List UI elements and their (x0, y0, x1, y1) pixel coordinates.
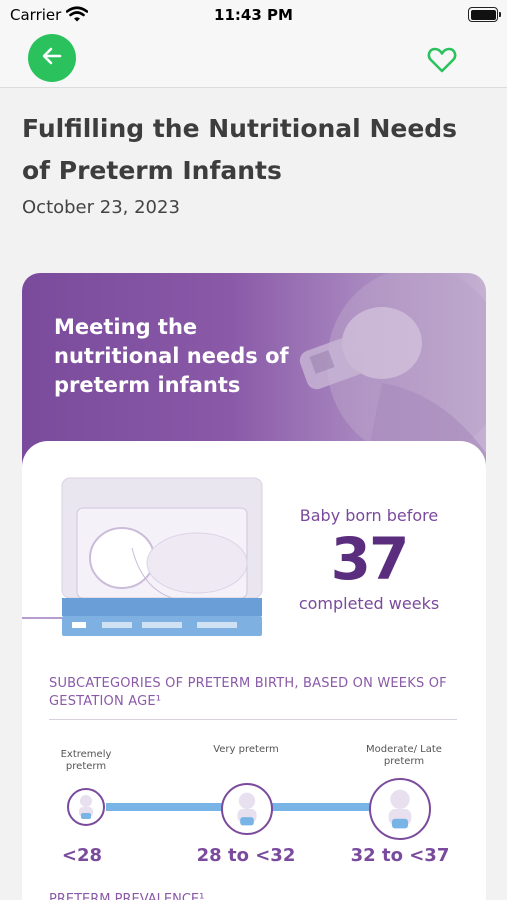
baby-icon (67, 788, 105, 826)
range-moderate: 32 to <37 (350, 845, 450, 866)
born-before-label: Baby born before (299, 506, 439, 525)
heart-outline-icon (427, 46, 457, 78)
prevalence-heading: PRETERM PREVALENCE¹ (49, 892, 205, 900)
category-label-extremely: Extremely preterm (60, 749, 112, 772)
battery-icon (468, 7, 498, 22)
baby-icon (369, 778, 431, 840)
divider (49, 719, 457, 720)
subcategories-heading: SUBCATEGORIES OF PRETERM BIRTH, BASED ON… (49, 676, 447, 709)
navigation-bar (0, 30, 507, 88)
weeks-number: 37 (330, 525, 410, 593)
timeline-segment-2 (272, 803, 372, 811)
category-label-very: Very preterm (213, 744, 279, 755)
category-label-moderate: Moderate/ Late preterm (366, 744, 442, 767)
article-date: October 23, 2023 (22, 197, 180, 218)
range-very: 28 to <32 (196, 845, 296, 866)
article-title: Fulfilling the Nutritional Needs of Pret… (22, 114, 458, 185)
favorite-button[interactable] (424, 45, 460, 79)
range-extremely: <28 (61, 845, 103, 866)
back-button[interactable] (28, 34, 76, 82)
timeline-segment-1 (106, 803, 226, 811)
status-bar: Carrier 11:43 PM (0, 0, 507, 30)
arrow-left-icon (39, 43, 65, 73)
battery-cap (499, 12, 501, 17)
completed-weeks-label: completed weeks (298, 594, 440, 613)
infographic-image: Meeting the nutritional needs of preterm… (22, 273, 486, 900)
baby-icon (221, 783, 273, 835)
incubator-illustration (22, 477, 263, 636)
clock: 11:43 PM (214, 6, 293, 24)
hero-title: Meeting the nutritional needs of preterm… (54, 315, 289, 397)
